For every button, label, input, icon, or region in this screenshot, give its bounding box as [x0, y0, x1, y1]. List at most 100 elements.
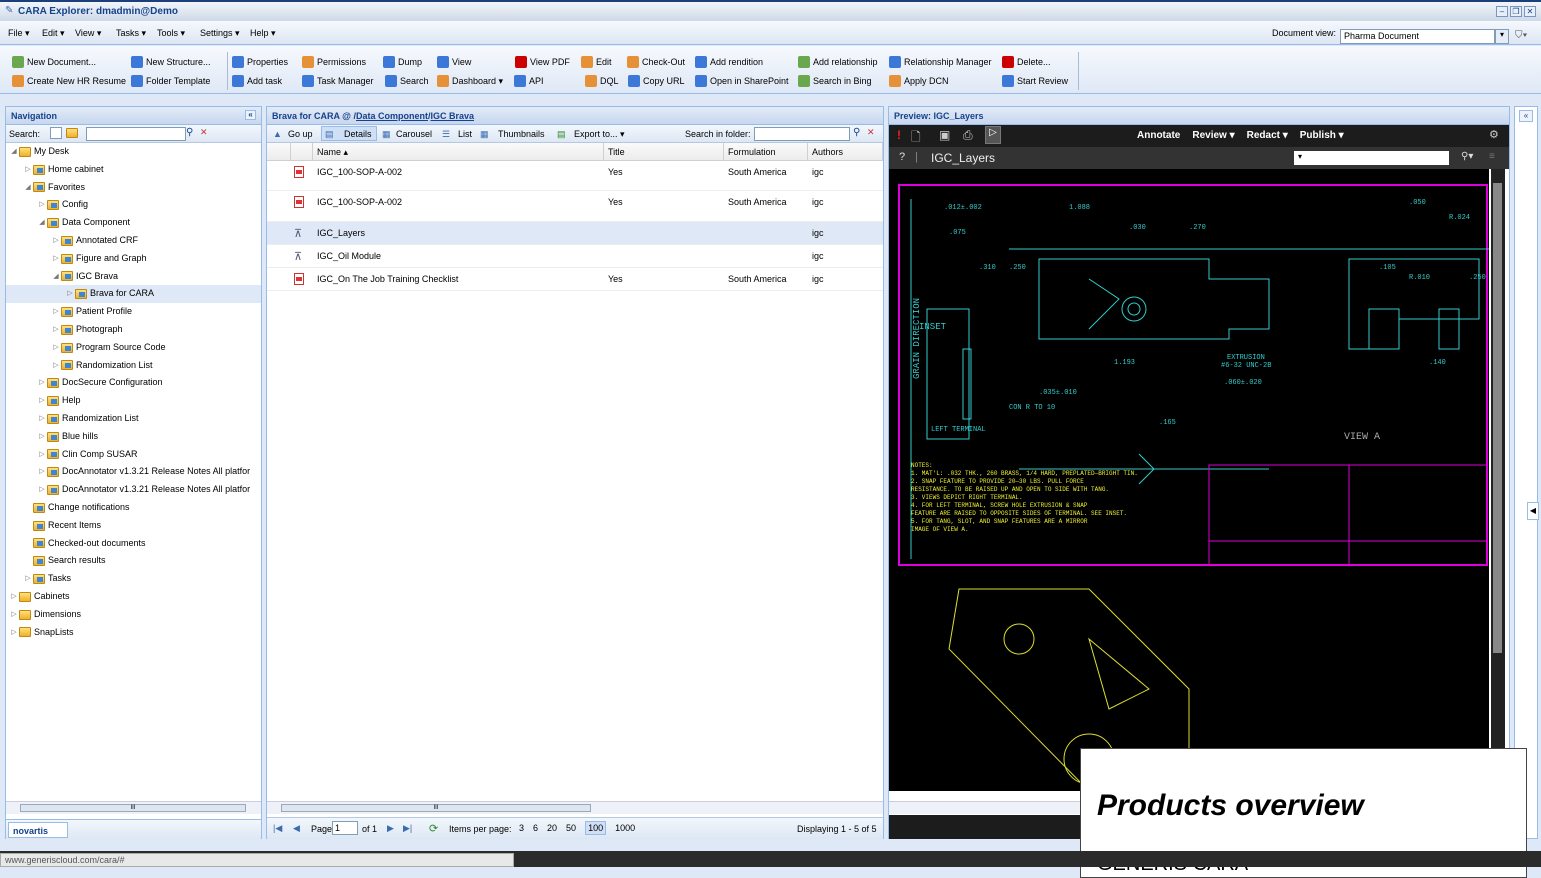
- items-per-page-option[interactable]: 20: [547, 823, 557, 833]
- page-input[interactable]: 1: [332, 821, 358, 835]
- expand-icon[interactable]: ▷: [9, 624, 19, 642]
- tree-item[interactable]: ▷ Brava for CARA: [6, 285, 261, 304]
- minimize-button[interactable]: –: [1496, 6, 1508, 17]
- thumbnails-icon[interactable]: ▦: [480, 129, 489, 140]
- toolbar-btn-r1-5[interactable]: View: [437, 55, 471, 69]
- go-up-button[interactable]: Go up: [288, 129, 313, 139]
- grid-hscrollbar[interactable]: III: [267, 801, 883, 814]
- tree-item[interactable]: Recent Items: [6, 517, 261, 535]
- tree-item[interactable]: ▷ Clin Comp SUSAR: [6, 446, 261, 464]
- folder-search-input[interactable]: [754, 127, 850, 141]
- viewer-menu-1[interactable]: Review ▾: [1192, 130, 1234, 141]
- tree-item[interactable]: ◢ IGC Brava: [6, 268, 261, 286]
- alert-icon[interactable]: !: [897, 128, 901, 142]
- expand-icon[interactable]: ▷: [37, 428, 47, 446]
- export-icon[interactable]: ▤: [557, 129, 566, 140]
- toolbar-btn-r2-0[interactable]: Create New HR Resume: [12, 74, 126, 88]
- prev-page-icon[interactable]: ◀: [293, 823, 300, 834]
- column-title[interactable]: Title: [604, 143, 724, 161]
- tree-item[interactable]: ◢ My Desk: [6, 143, 261, 161]
- tree-item[interactable]: ◢ Favorites: [6, 179, 261, 197]
- items-per-page-option[interactable]: 100: [585, 821, 607, 835]
- tree-item[interactable]: ▷ DocSecure Configuration: [6, 374, 261, 392]
- items-per-page-option[interactable]: 1000: [615, 823, 635, 833]
- toolbar-btn-r2-11[interactable]: Apply DCN: [889, 74, 949, 88]
- toolbar-btn-r2-6[interactable]: API: [514, 74, 544, 88]
- search-icon[interactable]: ⚲: [186, 127, 193, 138]
- expand-icon[interactable]: ▷: [51, 303, 61, 321]
- tree-item[interactable]: ▷ Home cabinet: [6, 161, 261, 179]
- expand-icon[interactable]: ▷: [37, 196, 47, 214]
- nav-search-input[interactable]: [86, 127, 186, 141]
- help-icon[interactable]: ?: [899, 151, 905, 163]
- expand-icon[interactable]: ▷: [9, 606, 19, 624]
- tree-item[interactable]: Search results: [6, 552, 261, 570]
- table-row[interactable]: ⊼ IGC_Oil Module igc: [267, 245, 883, 268]
- column-formulation[interactable]: Formulation: [724, 143, 808, 161]
- expand-icon[interactable]: ◢: [23, 179, 33, 197]
- toolbar-btn-r1-11[interactable]: Relationship Manager: [889, 55, 992, 69]
- toolbar-btn-r2-1[interactable]: Folder Template: [131, 74, 210, 88]
- next-page-icon[interactable]: ▶: [387, 823, 394, 834]
- expand-icon[interactable]: ◢: [37, 214, 47, 232]
- column-authors[interactable]: Authors: [808, 143, 883, 161]
- viewer-vscrollbar[interactable]: [1491, 169, 1505, 789]
- items-per-page-option[interactable]: 6: [533, 823, 538, 833]
- toolbar-btn-r1-3[interactable]: Permissions: [302, 55, 366, 69]
- expand-icon[interactable]: ▷: [51, 250, 61, 268]
- viewer-menu-2[interactable]: Redact ▾: [1247, 130, 1288, 141]
- refresh-icon[interactable]: ⟳: [429, 822, 438, 835]
- toolbar-btn-r1-8[interactable]: Check-Out: [627, 55, 685, 69]
- expand-icon[interactable]: ▷: [37, 481, 47, 499]
- viewer-menu-0[interactable]: Annotate: [1137, 130, 1180, 141]
- expand-icon[interactable]: ▷: [37, 392, 47, 410]
- close-button[interactable]: ✕: [1524, 6, 1536, 17]
- tree-item[interactable]: Checked-out documents: [6, 535, 261, 553]
- select-icon[interactable]: ▷: [985, 126, 1001, 144]
- expand-icon[interactable]: ▷: [37, 463, 47, 481]
- tab-novartis[interactable]: novartis: [8, 822, 68, 838]
- toolbar-btn-r2-7[interactable]: DQL: [585, 74, 619, 88]
- grid-hscroll-thumb[interactable]: III: [281, 804, 591, 812]
- items-per-page-option[interactable]: 50: [566, 823, 576, 833]
- tree-item[interactable]: ▷ Help: [6, 392, 261, 410]
- breadcrumb-data-component[interactable]: Data Component: [356, 111, 428, 121]
- expand-icon[interactable]: ▷: [37, 410, 47, 428]
- tree-item[interactable]: ▷ Photograph: [6, 321, 261, 339]
- tree-item[interactable]: ▷ Cabinets: [6, 588, 261, 606]
- tree-item[interactable]: ▷ Patient Profile: [6, 303, 261, 321]
- clear-icon[interactable]: ✕: [867, 127, 875, 138]
- menu-0[interactable]: File ▾: [8, 28, 30, 39]
- chevron-down-icon[interactable]: ▾: [1495, 29, 1509, 44]
- expand-icon[interactable]: ◢: [9, 143, 19, 161]
- toolbar-btn-r2-12[interactable]: Start Review: [1002, 74, 1068, 88]
- column-name[interactable]: Name ▴: [313, 143, 604, 161]
- carousel-button[interactable]: Carousel: [396, 129, 432, 139]
- toolbar-btn-r1-2[interactable]: Properties: [232, 55, 288, 69]
- thumbnails-button[interactable]: Thumbnails: [498, 129, 545, 139]
- table-row[interactable]: IGC_100-SOP-A-002 Yes South America igc: [267, 191, 883, 222]
- tree-item[interactable]: ▷ Program Source Code: [6, 339, 261, 357]
- menu-5[interactable]: Settings ▾: [200, 28, 240, 39]
- filter-icon[interactable]: ⛉▾: [1515, 30, 1527, 41]
- tree-item[interactable]: ▷ Annotated CRF: [6, 232, 261, 250]
- search-icon[interactable]: ⚲: [853, 127, 860, 138]
- toolbar-btn-r1-4[interactable]: Dump: [383, 55, 422, 69]
- expand-icon[interactable]: ▷: [23, 161, 33, 179]
- expand-icon[interactable]: ◢: [51, 268, 61, 286]
- expand-icon[interactable]: ▷: [9, 588, 19, 606]
- first-page-icon[interactable]: |◀: [273, 823, 282, 834]
- menu-4[interactable]: Tools ▾: [157, 28, 185, 39]
- expand-icon[interactable]: ▷: [23, 570, 33, 588]
- expand-icon[interactable]: ▷: [65, 285, 75, 303]
- file-icon[interactable]: 🗋: [911, 128, 921, 149]
- tree-item[interactable]: ▷ Blue hills: [6, 428, 261, 446]
- list-icon[interactable]: ☰: [442, 129, 450, 140]
- viewer-vscroll-thumb[interactable]: [1493, 183, 1502, 653]
- toolbar-btn-r2-10[interactable]: Search in Bing: [798, 74, 872, 88]
- expand-icon[interactable]: ▷: [37, 374, 47, 392]
- restore-button[interactable]: ❐: [1510, 6, 1522, 17]
- viewer-menu-3[interactable]: Publish ▾: [1300, 130, 1344, 141]
- tree-item[interactable]: ▷ Randomization List: [6, 357, 261, 375]
- tree-item[interactable]: ▷ Randomization List: [6, 410, 261, 428]
